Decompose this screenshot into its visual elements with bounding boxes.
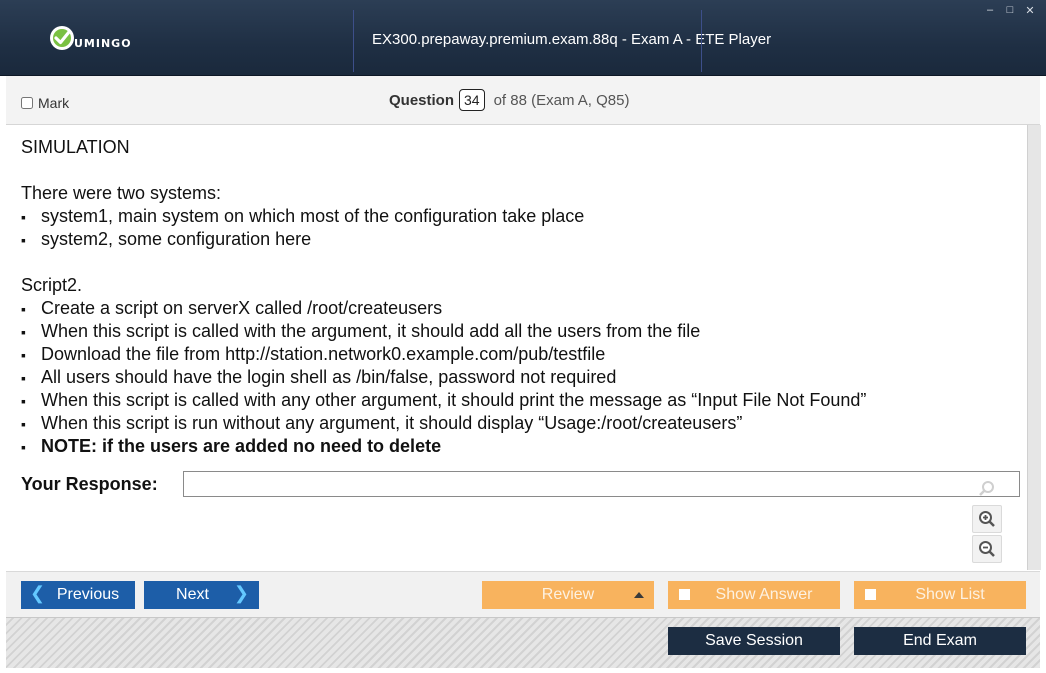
list-item: ▪ system1, main system on which most of t… xyxy=(21,206,584,227)
mark-toggle[interactable]: Mark xyxy=(21,95,69,111)
content-scrollbar[interactable] xyxy=(1027,125,1041,570)
window-title: EX300.prepaway.premium.exam.88q - Exam A… xyxy=(372,31,772,48)
window-controls: – □ ✕ xyxy=(984,4,1036,17)
mark-checkbox[interactable] xyxy=(21,97,33,109)
next-button-label: Next xyxy=(176,586,209,603)
list-item: ▪ Download the file from http://station.n… xyxy=(21,344,605,365)
bullet-icon: ▪ xyxy=(21,301,26,317)
bullet-icon: ▪ xyxy=(21,347,26,363)
bullet-icon: ▪ xyxy=(21,370,26,386)
list-item-text: When this script is called with the argu… xyxy=(41,321,701,341)
caret-up-icon xyxy=(634,592,644,598)
maximize-icon[interactable]: □ xyxy=(1004,4,1016,17)
bullet-icon: ▪ xyxy=(21,393,26,409)
list-item: ▪ When this script is called with any oth… xyxy=(21,390,866,411)
review-button[interactable]: Review xyxy=(482,581,654,609)
show-list-checkbox[interactable] xyxy=(865,589,876,600)
mark-label: Mark xyxy=(38,95,70,111)
show-list-toggle[interactable]: Show List xyxy=(854,581,1026,609)
note-text: NOTE: if the users are added no need to … xyxy=(41,436,442,456)
vumingo-logo: UMINGO xyxy=(48,22,132,54)
show-list-label: Show List xyxy=(915,586,985,603)
show-answer-checkbox[interactable] xyxy=(679,589,690,600)
bullet-icon: ▪ xyxy=(21,324,26,340)
footer-bar: Save Session End Exam xyxy=(6,617,1040,668)
zoom-out-icon[interactable] xyxy=(972,535,1002,563)
show-answer-toggle[interactable]: Show Answer xyxy=(668,581,840,609)
list-item-text: system2, some configuration here xyxy=(41,229,312,249)
chevron-left-icon: ❮ xyxy=(30,583,46,603)
list-item-text: All users should have the login shell as… xyxy=(41,367,617,387)
list-item: ▪ All users should have the login shell a… xyxy=(21,367,616,388)
review-button-label: Review xyxy=(541,586,595,603)
bullet-icon: ▪ xyxy=(21,439,26,455)
ete-player-window: UMINGO EX300.prepaway.premium.exam.88q -… xyxy=(0,0,1046,673)
bullet-icon: ▪ xyxy=(21,416,26,432)
response-input[interactable] xyxy=(183,471,1020,497)
show-answer-label: Show Answer xyxy=(715,586,813,603)
zoom-in-icon[interactable] xyxy=(972,505,1002,533)
question-heading: SIMULATION xyxy=(21,137,130,157)
zoom-tools xyxy=(971,475,1003,563)
list-item: ▪ When this script is called with the arg… xyxy=(21,321,700,342)
question-content: SIMULATION There were two systems: ▪ syst… xyxy=(6,125,1026,570)
save-session-label: Save Session xyxy=(705,632,803,649)
question-label: Question xyxy=(389,91,455,109)
list-item-text: Create a script on serverX called /root/… xyxy=(41,298,443,318)
bullet-icon: ▪ xyxy=(21,209,26,225)
list-item-text: When this script is called with any othe… xyxy=(41,390,867,410)
checkmark-logo-icon xyxy=(50,26,74,50)
question-position: Question 34 of 88 (Exam A, Q85) xyxy=(389,89,630,111)
list-item-text: Download the file from http://station.ne… xyxy=(41,344,606,364)
save-session-button[interactable]: Save Session xyxy=(668,627,840,655)
minimize-icon[interactable]: – xyxy=(984,4,996,17)
script-title: Script2. xyxy=(21,275,83,295)
close-icon[interactable]: ✕ xyxy=(1024,4,1036,17)
question-count: of 88 (Exam A, Q85) xyxy=(493,91,630,109)
navigation-bar: ❮ Previous Next ❯ Review Show Answer Sho… xyxy=(6,571,1040,618)
end-exam-button[interactable]: End Exam xyxy=(854,627,1026,655)
search-icon[interactable] xyxy=(972,475,1002,503)
question-header: Mark Question 34 of 88 (Exam A, Q85) xyxy=(6,76,1040,125)
previous-button-label: Previous xyxy=(56,586,120,603)
question-number-field[interactable]: 34 xyxy=(459,89,485,111)
response-label: Your Response: xyxy=(21,474,158,494)
list-item: ▪ Create a script on serverX called /root… xyxy=(21,298,442,319)
title-separator xyxy=(701,10,702,72)
list-item: ▪ When this script is run without any arg… xyxy=(21,413,742,434)
list-item: ▪ system2, some configuration here xyxy=(21,229,311,250)
list-item-note: ▪ NOTE: if the users are added no need to… xyxy=(21,436,441,457)
next-button[interactable]: Next ❯ xyxy=(144,581,259,609)
bullet-icon: ▪ xyxy=(21,232,26,248)
logo-text: UMINGO xyxy=(74,36,132,50)
question-intro: There were two systems: xyxy=(21,183,222,203)
list-item-text: system1, main system on which most of th… xyxy=(41,206,585,226)
end-exam-label: End Exam xyxy=(903,632,977,649)
title-bar: UMINGO EX300.prepaway.premium.exam.88q -… xyxy=(0,0,1046,76)
chevron-right-icon: ❯ xyxy=(233,583,249,603)
previous-button[interactable]: ❮ Previous xyxy=(21,581,135,609)
list-item-text: When this script is run without any argu… xyxy=(41,413,743,433)
